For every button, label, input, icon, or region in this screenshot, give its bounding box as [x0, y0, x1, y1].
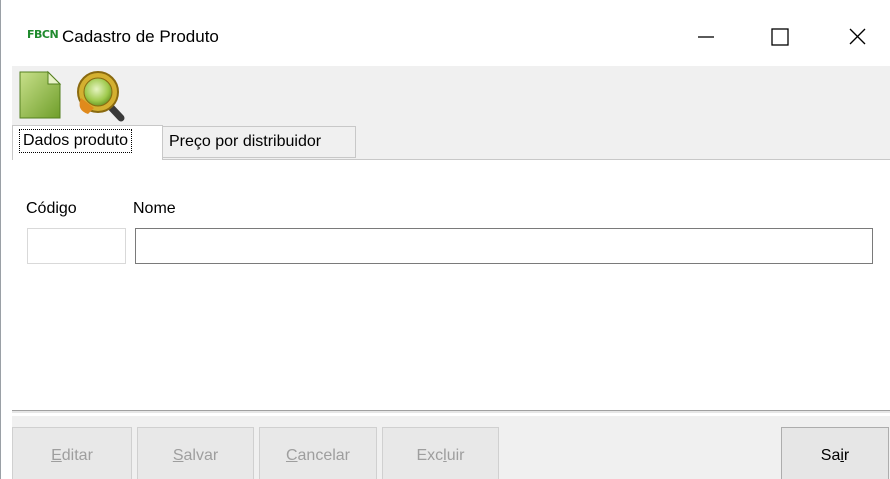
salvar-label: alvar	[183, 447, 219, 464]
minimize-icon	[698, 36, 714, 38]
salvar-button[interactable]: Salvar	[137, 427, 254, 479]
sair-label: r	[843, 447, 850, 464]
window-title: Cadastro de Produto	[62, 27, 219, 46]
close-icon	[849, 28, 866, 45]
minimize-button[interactable]	[682, 20, 728, 54]
cancelar-label: ancelar	[297, 447, 351, 464]
sair-label-pre: Sa	[820, 447, 841, 464]
excluir-button[interactable]: Excluir	[382, 427, 499, 479]
search-button[interactable]	[72, 66, 128, 122]
editar-label: ditar	[61, 447, 93, 464]
tab-label: Dados produto	[19, 129, 132, 153]
tab-label: Preço por distribuidor	[169, 133, 322, 150]
new-button[interactable]	[12, 66, 68, 122]
search-icon	[77, 71, 125, 122]
tab-dados-produto[interactable]: Dados produto	[12, 125, 163, 160]
codigo-input[interactable]	[27, 228, 126, 264]
action-bar: Editar Salvar Cancelar Excluir Sair	[12, 416, 890, 479]
new-document-icon	[19, 70, 62, 119]
separator	[12, 410, 890, 414]
cancelar-accel: C	[285, 447, 298, 464]
nome-input[interactable]	[135, 228, 873, 264]
toolbar	[12, 66, 890, 122]
sair-button[interactable]: Sair	[781, 427, 889, 479]
editar-accel: E	[51, 447, 62, 464]
close-button[interactable]	[837, 20, 883, 54]
cancelar-button[interactable]: Cancelar	[259, 427, 377, 479]
nome-label: Nome	[133, 200, 176, 217]
app-logo-icon: FBCN	[27, 28, 59, 41]
tab-strip: Dados produto Preço por distribuidor	[12, 122, 890, 160]
tab-preco-por-distribuidor[interactable]: Preço por distribuidor	[163, 126, 356, 158]
editar-button[interactable]: Editar	[12, 427, 132, 479]
maximize-button[interactable]	[761, 20, 807, 54]
excluir-label-pre: Exc	[416, 447, 444, 464]
maximize-icon	[771, 28, 789, 46]
form-panel: Código Nome	[12, 160, 890, 410]
codigo-label: Código	[26, 200, 77, 217]
title-bar[interactable]: FBCN Cadastro de Produto	[1, 0, 890, 68]
window: FBCN Cadastro de Produto Dados produto P…	[0, 0, 890, 479]
excluir-label: uir	[446, 447, 465, 464]
salvar-accel: S	[172, 447, 184, 464]
